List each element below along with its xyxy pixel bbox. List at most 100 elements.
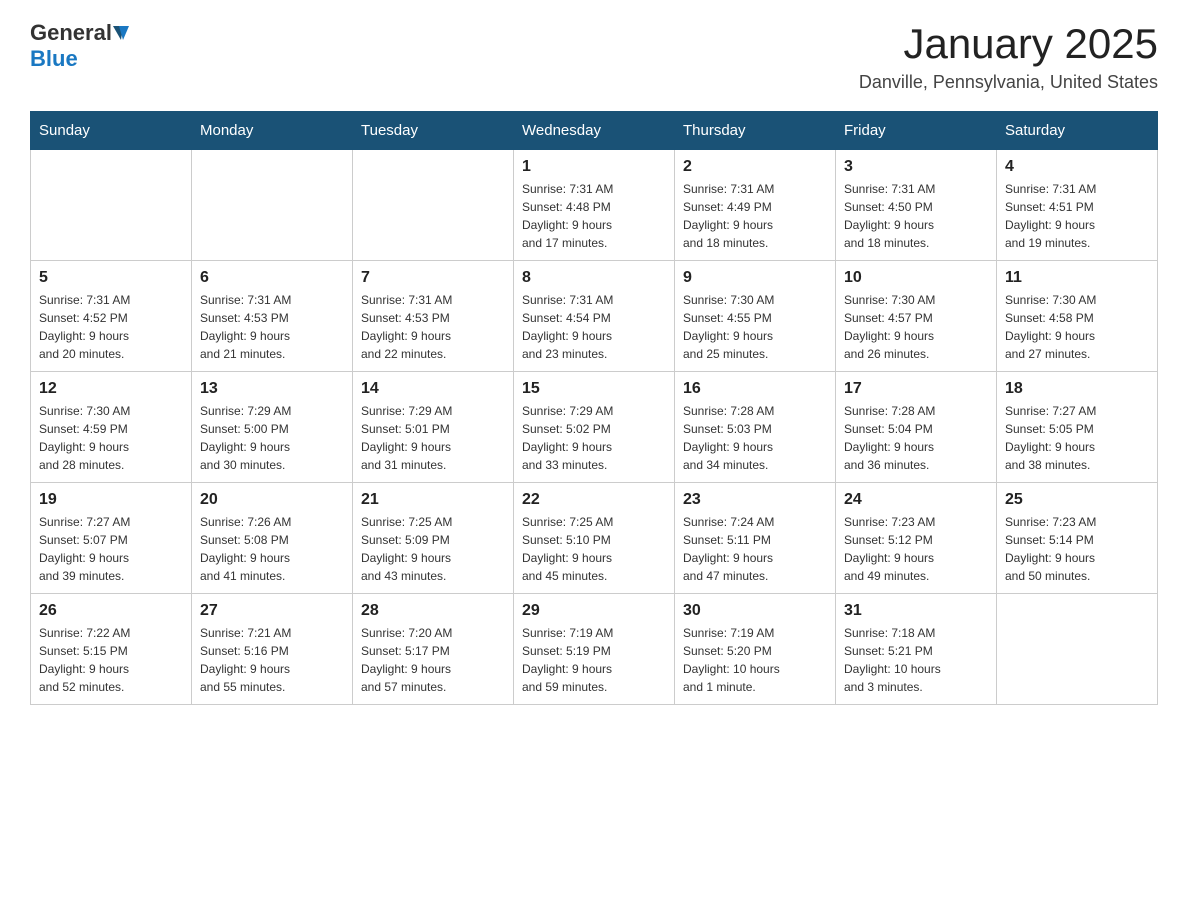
calendar-cell: 12 Sunrise: 7:30 AM Sunset: 4:59 PM Dayli… bbox=[31, 372, 192, 483]
day-info: Sunrise: 7:21 AM Sunset: 5:16 PM Dayligh… bbox=[200, 624, 344, 696]
logo: General Blue bbox=[30, 20, 129, 72]
day-number: 27 bbox=[200, 602, 344, 620]
calendar-cell: 27 Sunrise: 7:21 AM Sunset: 5:16 PM Dayli… bbox=[192, 594, 353, 705]
calendar-header-saturday: Saturday bbox=[997, 112, 1158, 150]
calendar-cell: 14 Sunrise: 7:29 AM Sunset: 5:01 PM Dayli… bbox=[353, 372, 514, 483]
day-number: 14 bbox=[361, 380, 505, 398]
day-info: Sunrise: 7:26 AM Sunset: 5:08 PM Dayligh… bbox=[200, 513, 344, 585]
calendar-cell: 23Sunrise: 7:24 AM Sunset: 5:11 PM Dayli… bbox=[675, 483, 836, 594]
day-number: 15 bbox=[522, 380, 666, 398]
day-number: 18 bbox=[1005, 380, 1149, 398]
day-number: 10 bbox=[844, 269, 988, 287]
calendar-cell: 9 Sunrise: 7:30 AM Sunset: 4:55 PM Daylig… bbox=[675, 261, 836, 372]
day-number: 22 bbox=[522, 491, 666, 509]
day-number: 20 bbox=[200, 491, 344, 509]
location-title: Danville, Pennsylvania, United States bbox=[859, 72, 1158, 93]
day-info: Sunrise: 7:18 AM Sunset: 5:21 PM Dayligh… bbox=[844, 624, 988, 696]
calendar-header-thursday: Thursday bbox=[675, 112, 836, 150]
calendar-cell: 15Sunrise: 7:29 AM Sunset: 5:02 PM Dayli… bbox=[514, 372, 675, 483]
day-info: Sunrise: 7:31 AM Sunset: 4:50 PM Dayligh… bbox=[844, 180, 988, 252]
calendar-cell: 6 Sunrise: 7:31 AM Sunset: 4:53 PM Daylig… bbox=[192, 261, 353, 372]
day-number: 21 bbox=[361, 491, 505, 509]
calendar-cell: 16 Sunrise: 7:28 AM Sunset: 5:03 PM Dayli… bbox=[675, 372, 836, 483]
day-info: Sunrise: 7:31 AM Sunset: 4:53 PM Dayligh… bbox=[200, 291, 344, 363]
calendar-cell: 17 Sunrise: 7:28 AM Sunset: 5:04 PM Dayli… bbox=[836, 372, 997, 483]
calendar-table: SundayMondayTuesdayWednesdayThursdayFrid… bbox=[30, 111, 1158, 705]
day-number: 16 bbox=[683, 380, 827, 398]
logo-general-text: General bbox=[30, 20, 112, 46]
day-info: Sunrise: 7:30 AM Sunset: 4:59 PM Dayligh… bbox=[39, 402, 183, 474]
day-number: 2 bbox=[683, 158, 827, 176]
day-number: 4 bbox=[1005, 158, 1149, 176]
logo-arrow-icon bbox=[112, 26, 129, 40]
day-info: Sunrise: 7:30 AM Sunset: 4:58 PM Dayligh… bbox=[1005, 291, 1149, 363]
day-info: Sunrise: 7:31 AM Sunset: 4:49 PM Dayligh… bbox=[683, 180, 827, 252]
calendar-cell: 31Sunrise: 7:18 AM Sunset: 5:21 PM Dayli… bbox=[836, 594, 997, 705]
calendar-cell: 4Sunrise: 7:31 AM Sunset: 4:51 PM Daylig… bbox=[997, 150, 1158, 261]
day-info: Sunrise: 7:28 AM Sunset: 5:04 PM Dayligh… bbox=[844, 402, 988, 474]
calendar-cell: 19 Sunrise: 7:27 AM Sunset: 5:07 PM Dayli… bbox=[31, 483, 192, 594]
day-number: 1 bbox=[522, 158, 666, 176]
day-info: Sunrise: 7:25 AM Sunset: 5:10 PM Dayligh… bbox=[522, 513, 666, 585]
day-info: Sunrise: 7:23 AM Sunset: 5:12 PM Dayligh… bbox=[844, 513, 988, 585]
calendar-cell: 20 Sunrise: 7:26 AM Sunset: 5:08 PM Dayli… bbox=[192, 483, 353, 594]
day-number: 24 bbox=[844, 491, 988, 509]
calendar-header-row: SundayMondayTuesdayWednesdayThursdayFrid… bbox=[31, 112, 1158, 150]
day-info: Sunrise: 7:22 AM Sunset: 5:15 PM Dayligh… bbox=[39, 624, 183, 696]
day-number: 12 bbox=[39, 380, 183, 398]
calendar-cell: 25Sunrise: 7:23 AM Sunset: 5:14 PM Dayli… bbox=[997, 483, 1158, 594]
day-number: 19 bbox=[39, 491, 183, 509]
day-info: Sunrise: 7:20 AM Sunset: 5:17 PM Dayligh… bbox=[361, 624, 505, 696]
day-number: 3 bbox=[844, 158, 988, 176]
logo-blue-text: Blue bbox=[30, 46, 78, 72]
calendar-cell bbox=[997, 594, 1158, 705]
calendar-cell: 1 Sunrise: 7:31 AM Sunset: 4:48 PM Daylig… bbox=[514, 150, 675, 261]
month-title: January 2025 bbox=[859, 20, 1158, 68]
day-info: Sunrise: 7:28 AM Sunset: 5:03 PM Dayligh… bbox=[683, 402, 827, 474]
calendar-cell: 29Sunrise: 7:19 AM Sunset: 5:19 PM Dayli… bbox=[514, 594, 675, 705]
calendar-cell: 11 Sunrise: 7:30 AM Sunset: 4:58 PM Dayli… bbox=[997, 261, 1158, 372]
day-info: Sunrise: 7:29 AM Sunset: 5:01 PM Dayligh… bbox=[361, 402, 505, 474]
calendar-cell: 8 Sunrise: 7:31 AM Sunset: 4:54 PM Daylig… bbox=[514, 261, 675, 372]
day-info: Sunrise: 7:27 AM Sunset: 5:07 PM Dayligh… bbox=[39, 513, 183, 585]
calendar-cell: 30Sunrise: 7:19 AM Sunset: 5:20 PM Dayli… bbox=[675, 594, 836, 705]
day-number: 30 bbox=[683, 602, 827, 620]
day-number: 8 bbox=[522, 269, 666, 287]
day-info: Sunrise: 7:30 AM Sunset: 4:55 PM Dayligh… bbox=[683, 291, 827, 363]
calendar-week-row: 5Sunrise: 7:31 AM Sunset: 4:52 PM Daylig… bbox=[31, 261, 1158, 372]
day-info: Sunrise: 7:31 AM Sunset: 4:48 PM Dayligh… bbox=[522, 180, 666, 252]
calendar-cell: 7 Sunrise: 7:31 AM Sunset: 4:53 PM Daylig… bbox=[353, 261, 514, 372]
calendar-cell: 22 Sunrise: 7:25 AM Sunset: 5:10 PM Dayli… bbox=[514, 483, 675, 594]
day-number: 17 bbox=[844, 380, 988, 398]
calendar-week-row: 12 Sunrise: 7:30 AM Sunset: 4:59 PM Dayli… bbox=[31, 372, 1158, 483]
calendar-cell bbox=[31, 150, 192, 261]
day-number: 7 bbox=[361, 269, 505, 287]
day-number: 25 bbox=[1005, 491, 1149, 509]
calendar-cell: 13Sunrise: 7:29 AM Sunset: 5:00 PM Dayli… bbox=[192, 372, 353, 483]
page-header: General Blue January 2025 Danville, Penn… bbox=[30, 20, 1158, 93]
calendar-cell bbox=[192, 150, 353, 261]
title-section: January 2025 Danville, Pennsylvania, Uni… bbox=[859, 20, 1158, 93]
calendar-cell: 24 Sunrise: 7:23 AM Sunset: 5:12 PM Dayli… bbox=[836, 483, 997, 594]
day-info: Sunrise: 7:24 AM Sunset: 5:11 PM Dayligh… bbox=[683, 513, 827, 585]
calendar-cell: 18 Sunrise: 7:27 AM Sunset: 5:05 PM Dayli… bbox=[997, 372, 1158, 483]
calendar-week-row: 1 Sunrise: 7:31 AM Sunset: 4:48 PM Daylig… bbox=[31, 150, 1158, 261]
day-number: 11 bbox=[1005, 269, 1149, 287]
calendar-header-monday: Monday bbox=[192, 112, 353, 150]
calendar-week-row: 26Sunrise: 7:22 AM Sunset: 5:15 PM Dayli… bbox=[31, 594, 1158, 705]
day-number: 9 bbox=[683, 269, 827, 287]
day-number: 5 bbox=[39, 269, 183, 287]
calendar-cell bbox=[353, 150, 514, 261]
calendar-cell: 21 Sunrise: 7:25 AM Sunset: 5:09 PM Dayli… bbox=[353, 483, 514, 594]
day-info: Sunrise: 7:30 AM Sunset: 4:57 PM Dayligh… bbox=[844, 291, 988, 363]
calendar-cell: 5Sunrise: 7:31 AM Sunset: 4:52 PM Daylig… bbox=[31, 261, 192, 372]
day-number: 6 bbox=[200, 269, 344, 287]
day-info: Sunrise: 7:27 AM Sunset: 5:05 PM Dayligh… bbox=[1005, 402, 1149, 474]
day-info: Sunrise: 7:31 AM Sunset: 4:54 PM Dayligh… bbox=[522, 291, 666, 363]
day-info: Sunrise: 7:31 AM Sunset: 4:53 PM Dayligh… bbox=[361, 291, 505, 363]
calendar-header-tuesday: Tuesday bbox=[353, 112, 514, 150]
day-number: 13 bbox=[200, 380, 344, 398]
day-number: 29 bbox=[522, 602, 666, 620]
day-info: Sunrise: 7:25 AM Sunset: 5:09 PM Dayligh… bbox=[361, 513, 505, 585]
calendar-header-sunday: Sunday bbox=[31, 112, 192, 150]
